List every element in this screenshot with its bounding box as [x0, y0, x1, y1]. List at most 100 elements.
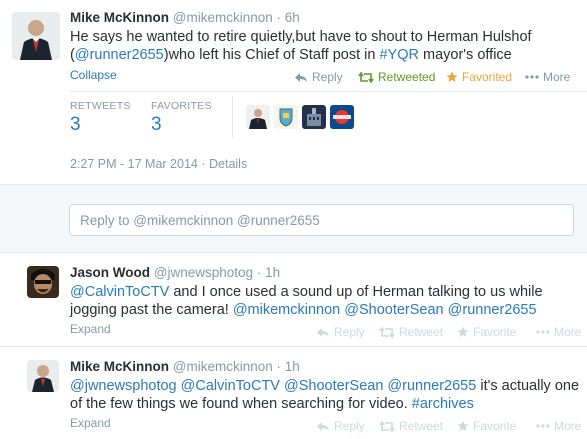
reply-label: Reply	[334, 325, 365, 339]
star-icon	[457, 420, 469, 431]
tweet-text: He says he wanted to retire quietly,but …	[70, 28, 532, 64]
reply-label: Reply	[312, 70, 343, 84]
retweet-label: Retweet	[399, 325, 444, 339]
crest-avatar-image	[274, 105, 298, 129]
retweets-stat-label: RETWEETS	[70, 100, 131, 112]
reply-button[interactable]: Reply	[316, 419, 365, 433]
favorites-stat-label: FAVORITES	[151, 100, 212, 112]
mention-link[interactable]: @runner2655	[448, 302, 537, 318]
mention-link[interactable]: @runner2655	[75, 47, 164, 63]
mention-link[interactable]: @CalvinToCTV	[70, 284, 169, 300]
reply-time[interactable]: · 1h	[277, 359, 300, 374]
mention-link[interactable]: @runner2655	[387, 378, 476, 394]
favorite-button[interactable]: Favorite	[457, 325, 516, 339]
mention-link[interactable]: @ShooterSean	[284, 378, 383, 394]
reply-button[interactable]: Reply	[316, 325, 365, 339]
more-label: More	[543, 70, 571, 84]
reply-icon	[295, 72, 307, 82]
favoriter-avatar[interactable]	[246, 105, 270, 129]
person-avatar-image	[27, 266, 59, 298]
reply-icon	[317, 327, 329, 337]
ellipsis-icon	[525, 75, 539, 79]
reply-text-line: @CalvinToCTV and I once used a sound up …	[70, 283, 543, 301]
reply-text-line: of the few things we found when searchin…	[70, 395, 579, 413]
reply-text-line: @jwnewsphotog @CalvinToCTV @ShooterSean …	[70, 377, 579, 395]
author-handle[interactable]: @mikemckinnon	[173, 10, 273, 25]
reply-text: @CalvinToCTV and I once used a sound up …	[70, 283, 543, 319]
more-button[interactable]: More	[536, 419, 581, 433]
text: mayor's office	[418, 47, 512, 63]
retweet-icon	[379, 326, 395, 338]
tweet-time[interactable]: · 6h	[277, 10, 300, 25]
building-avatar-image	[302, 105, 326, 129]
more-button[interactable]: More	[525, 70, 570, 84]
reply-author-name[interactable]: Jason Wood	[70, 265, 150, 280]
details-link[interactable]: Details	[209, 157, 247, 171]
retweet-button[interactable]: Retweet	[379, 325, 443, 339]
text: jogging past the camera!	[70, 302, 233, 318]
more-button[interactable]: More	[536, 325, 581, 339]
text: of the few things we found when searchin…	[70, 396, 412, 412]
reply-author-handle[interactable]: @jwnewsphotog	[154, 265, 253, 280]
retweet-button[interactable]: Retweet	[379, 419, 443, 433]
favorited-button[interactable]: Favorited	[446, 70, 512, 84]
reply-button[interactable]: Reply	[294, 70, 343, 84]
favoriter-avatar[interactable]	[302, 105, 326, 129]
retweet-icon	[379, 420, 395, 432]
hashtag-link[interactable]: #YQR	[379, 47, 419, 63]
retweeted-button[interactable]: Retweeted	[358, 70, 435, 84]
hashtag-link[interactable]: #archives	[412, 396, 474, 412]
author-name[interactable]: Mike McKinnon	[70, 10, 169, 25]
reply-input[interactable]: Reply to @mikemckinnon @runner2655	[69, 204, 574, 236]
tweet-timestamp[interactable]: 2:27 PM - 17 Mar 2014	[70, 157, 198, 171]
retweet-icon	[358, 71, 374, 83]
favorite-label: Favorite	[473, 325, 517, 339]
favorited-label: Favorited	[462, 70, 513, 84]
mention-link[interactable]: @ShooterSean	[344, 302, 443, 318]
ellipsis-icon	[536, 424, 550, 428]
divider	[0, 252, 587, 253]
reply-text-line: jogging past the camera! @mikemckinnon @…	[70, 301, 543, 319]
mention-link[interactable]: @jwnewsphotog	[70, 378, 177, 394]
star-icon	[457, 326, 469, 337]
expand-link[interactable]: Expand	[70, 322, 111, 336]
more-label: More	[554, 325, 582, 339]
favoriter-avatar[interactable]	[330, 105, 354, 129]
favorite-button[interactable]: Favorite	[457, 419, 516, 433]
collapse-link[interactable]: Collapse	[70, 68, 117, 82]
reply-placeholder: Reply to @mikemckinnon @runner2655	[80, 213, 320, 228]
text: and I once used a sound up of Herman tal…	[169, 284, 543, 300]
retweeted-label: Retweeted	[378, 70, 436, 84]
reply-label: Reply	[334, 419, 365, 433]
favoriter-avatar[interactable]	[274, 105, 298, 129]
favorites-count[interactable]: 3	[151, 114, 162, 136]
mention-link[interactable]: @mikemckinnon	[233, 302, 340, 318]
reply-author-avatar[interactable]	[27, 360, 59, 392]
person-avatar-image	[246, 105, 270, 129]
stats-divider	[232, 96, 233, 138]
reply-author-name[interactable]: Mike McKinnon	[70, 359, 169, 374]
author-avatar[interactable]	[12, 12, 60, 60]
ellipsis-icon	[536, 330, 550, 334]
reply-text: @jwnewsphotog @CalvinToCTV @ShooterSean …	[70, 377, 579, 413]
retweet-label: Retweet	[399, 419, 444, 433]
separator-dot: ·	[201, 157, 206, 171]
divider	[70, 91, 587, 92]
divider	[0, 346, 587, 347]
tweet-text-line: He says he wanted to retire quietly,but …	[70, 29, 532, 45]
mention-link[interactable]: @CalvinToCTV	[181, 378, 280, 394]
news-logo-avatar-image	[330, 105, 354, 129]
person-avatar-image	[27, 360, 59, 392]
text: )who left his Chief of Staff post in	[163, 47, 380, 63]
person-avatar-image	[12, 12, 60, 60]
text: it's actually one	[476, 378, 580, 394]
retweets-count[interactable]: 3	[70, 114, 81, 136]
more-label: More	[554, 419, 582, 433]
reply-time[interactable]: · 1h	[257, 265, 280, 280]
reply-icon	[317, 421, 329, 431]
reply-author-avatar[interactable]	[27, 266, 59, 298]
favorite-label: Favorite	[473, 419, 517, 433]
star-icon	[446, 71, 458, 82]
reply-author-handle[interactable]: @mikemckinnon	[173, 359, 273, 374]
expand-link[interactable]: Expand	[70, 416, 111, 430]
